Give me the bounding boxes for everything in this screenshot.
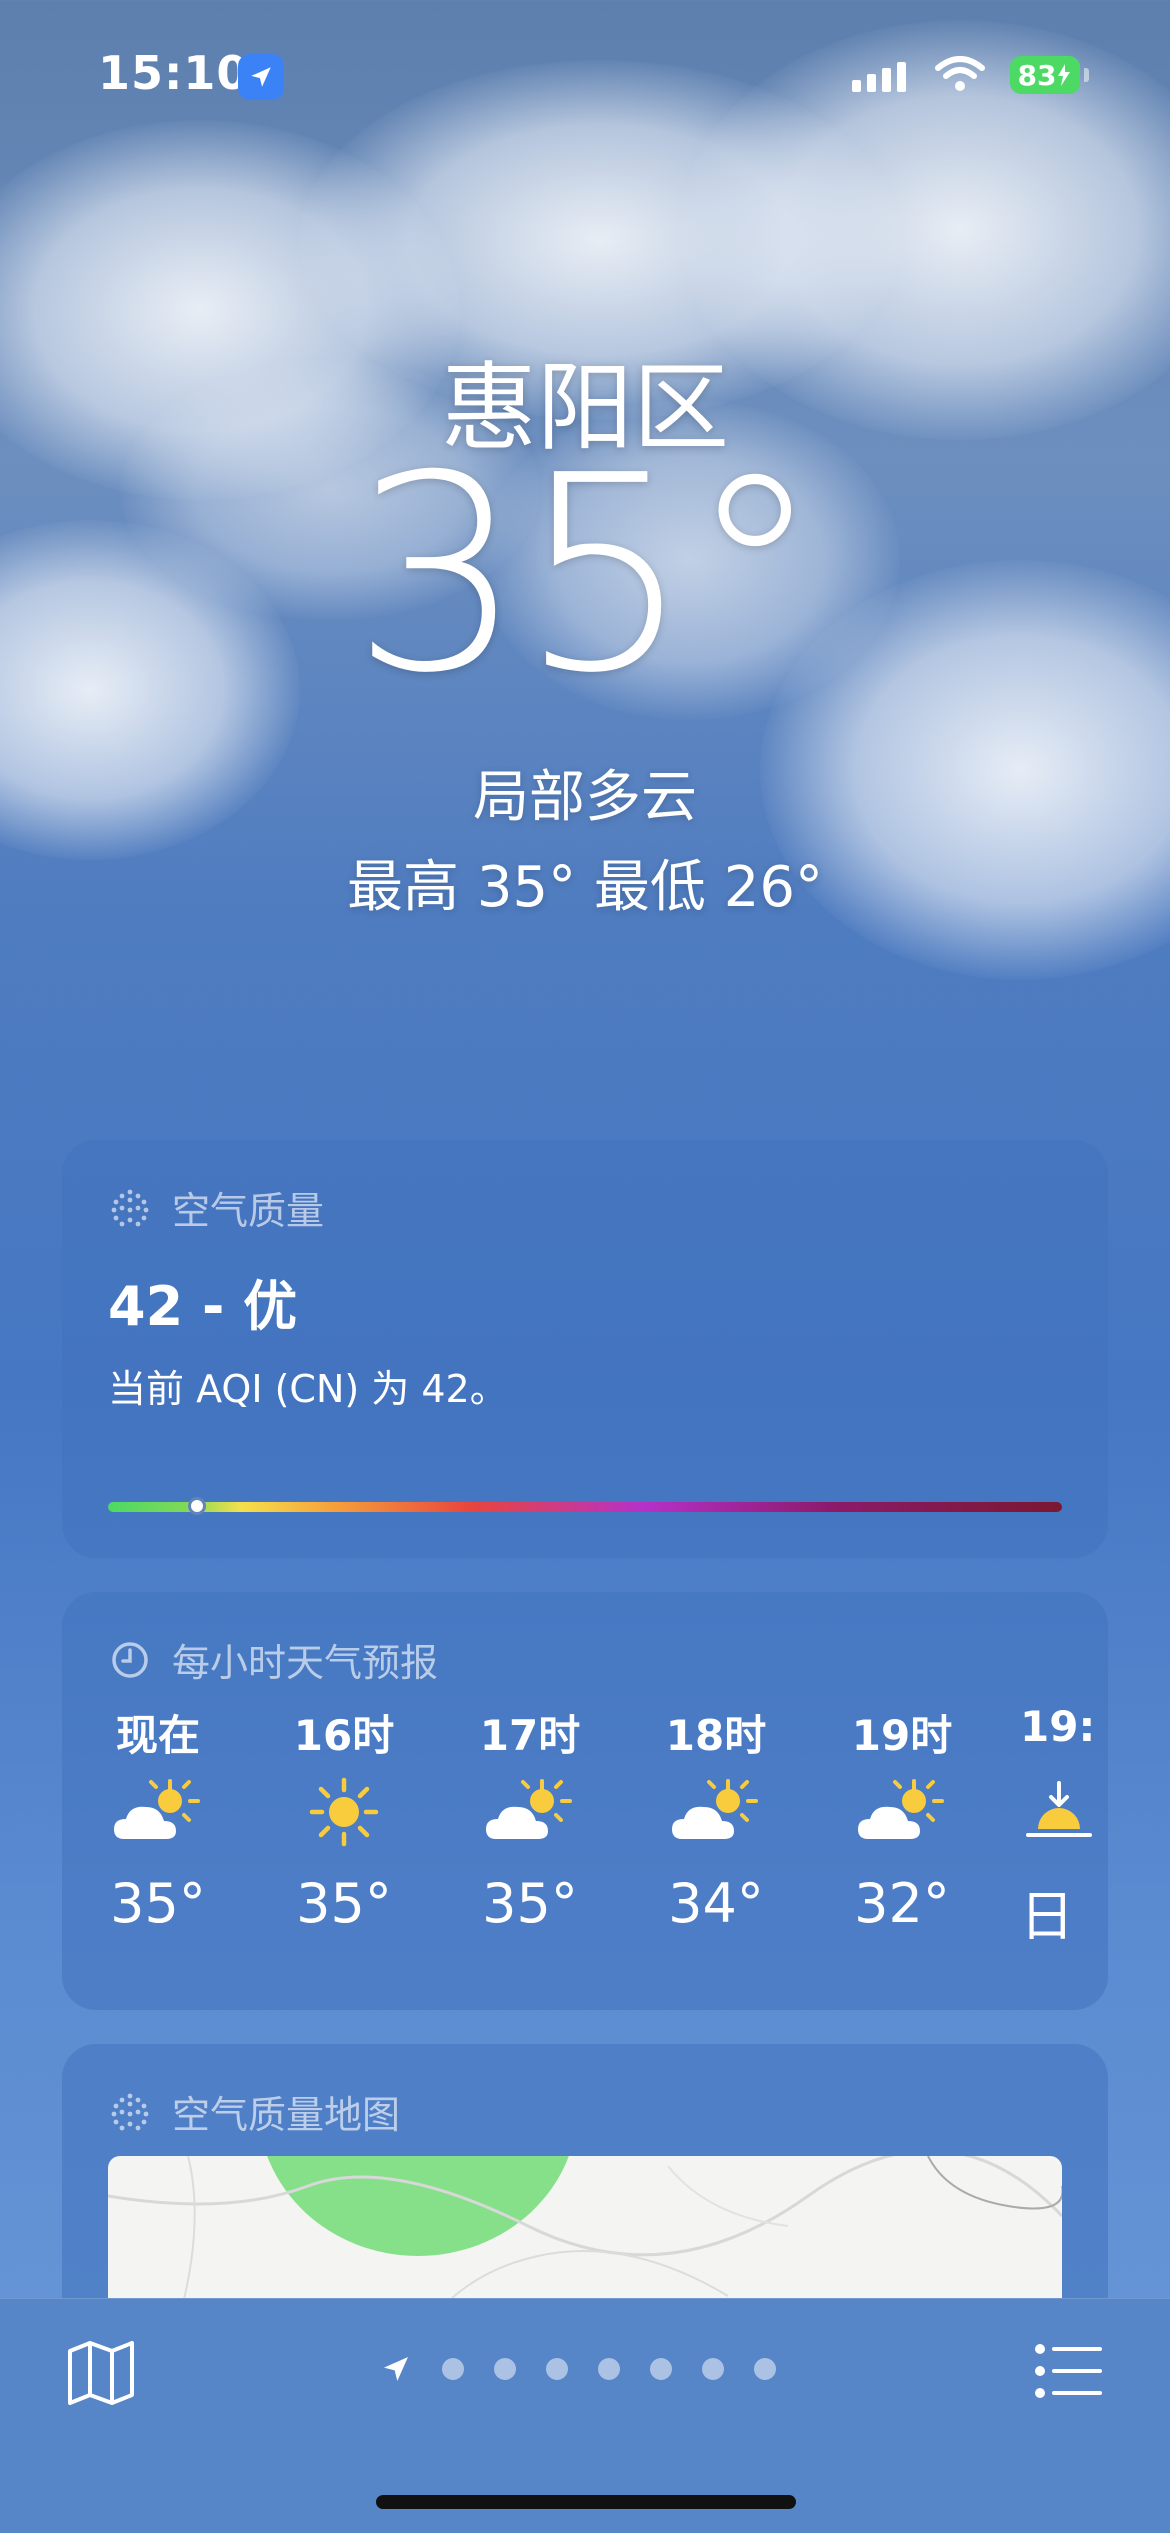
hour-temp: 35° <box>296 1872 392 1935</box>
hour-item: 现在 35° <box>88 1702 228 1935</box>
hour-temp: 34° <box>668 1872 764 1935</box>
page-dot[interactable] <box>546 2358 568 2380</box>
status-bar: 15:10 83 <box>0 0 1170 160</box>
aqi-scale-bar <box>108 1497 1062 1515</box>
home-indicator[interactable] <box>376 2495 796 2509</box>
aqi-description: 当前 AQI (CN) 为 42。 <box>108 1367 508 1411</box>
hour-item: 19: 日 <box>1018 1702 1108 1951</box>
location-arrow-icon <box>384 2357 408 2381</box>
wifi-icon <box>934 56 986 98</box>
aqi-value: 42 - 优 <box>108 1275 298 1338</box>
battery-percent: 83 <box>1017 58 1057 92</box>
hour-label: 16时 <box>293 1711 395 1760</box>
air-map-title: 空气质量地图 <box>172 2093 401 2137</box>
cellular-signal-icon <box>852 62 906 92</box>
hour-temp: 35° <box>110 1872 206 1935</box>
sunset-icon <box>1018 1762 1108 1862</box>
map-icon[interactable] <box>66 2341 136 2409</box>
page-dot[interactable] <box>442 2358 464 2380</box>
hourly-title: 每小时天气预报 <box>172 1641 439 1685</box>
hour-label: 19: <box>1020 1702 1096 1751</box>
high-low-temperature: 最高 35° 最低 26° <box>347 855 823 920</box>
partly-cloudy-icon <box>88 1762 228 1862</box>
hour-item: 19时 32° <box>832 1702 972 1935</box>
battery-tip <box>1084 68 1089 82</box>
hour-label: 17时 <box>479 1711 581 1760</box>
partly-cloudy-icon <box>832 1762 972 1862</box>
page-dot[interactable] <box>702 2358 724 2380</box>
hourly-header: 每小时天气预报 <box>110 1632 438 1687</box>
hour-label: 18时 <box>665 1711 767 1760</box>
hourly-forecast-card[interactable]: 每小时天气预报 现在 35° 16时 35° 17时 35° 18时 34° 1… <box>62 1592 1108 2010</box>
page-dot[interactable] <box>598 2358 620 2380</box>
hour-item: 17时 35° <box>460 1702 600 1935</box>
air-quality-icon <box>111 1189 149 1226</box>
hour-temp: 35° <box>482 1872 578 1935</box>
air-quality-header: 空气质量 <box>110 1180 324 1235</box>
weather-condition: 局部多云 <box>473 765 697 830</box>
air-map-header: 空气质量地图 <box>110 2084 400 2139</box>
partly-cloudy-icon <box>646 1762 786 1862</box>
air-quality-card[interactable]: 空气质量 42 - 优 当前 AQI (CN) 为 42。 <box>62 1140 1108 1558</box>
clock-icon <box>112 1641 148 1678</box>
hour-temp: 日 <box>1020 1885 1074 1948</box>
sun-icon <box>274 1762 414 1862</box>
page-dot[interactable] <box>494 2358 516 2380</box>
hourly-scroll[interactable]: 现在 35° 16时 35° 17时 35° 18时 34° 19时 32° 1… <box>62 1702 1108 1982</box>
page-dot[interactable] <box>650 2358 672 2380</box>
hour-temp: 32° <box>854 1872 950 1935</box>
current-temperature: 35° <box>351 417 823 732</box>
air-quality-icon <box>111 2093 149 2130</box>
page-indicator[interactable] <box>380 2353 776 2385</box>
hour-item: 16时 35° <box>274 1702 414 1935</box>
location-arrow-icon <box>238 54 284 100</box>
hour-item: 18时 34° <box>646 1702 786 1935</box>
air-quality-title: 空气质量 <box>172 1189 325 1233</box>
status-time: 15:10 <box>98 46 250 100</box>
partly-cloudy-icon <box>460 1762 600 1862</box>
aqi-indicator <box>188 1497 206 1515</box>
hour-label: 现在 <box>115 1711 200 1760</box>
page-dot[interactable] <box>754 2358 776 2380</box>
list-icon[interactable] <box>1034 2341 1104 2405</box>
bottom-toolbar <box>0 2298 1170 2533</box>
hour-label: 19时 <box>851 1711 953 1760</box>
battery-charging-icon: 83 <box>1010 56 1080 94</box>
